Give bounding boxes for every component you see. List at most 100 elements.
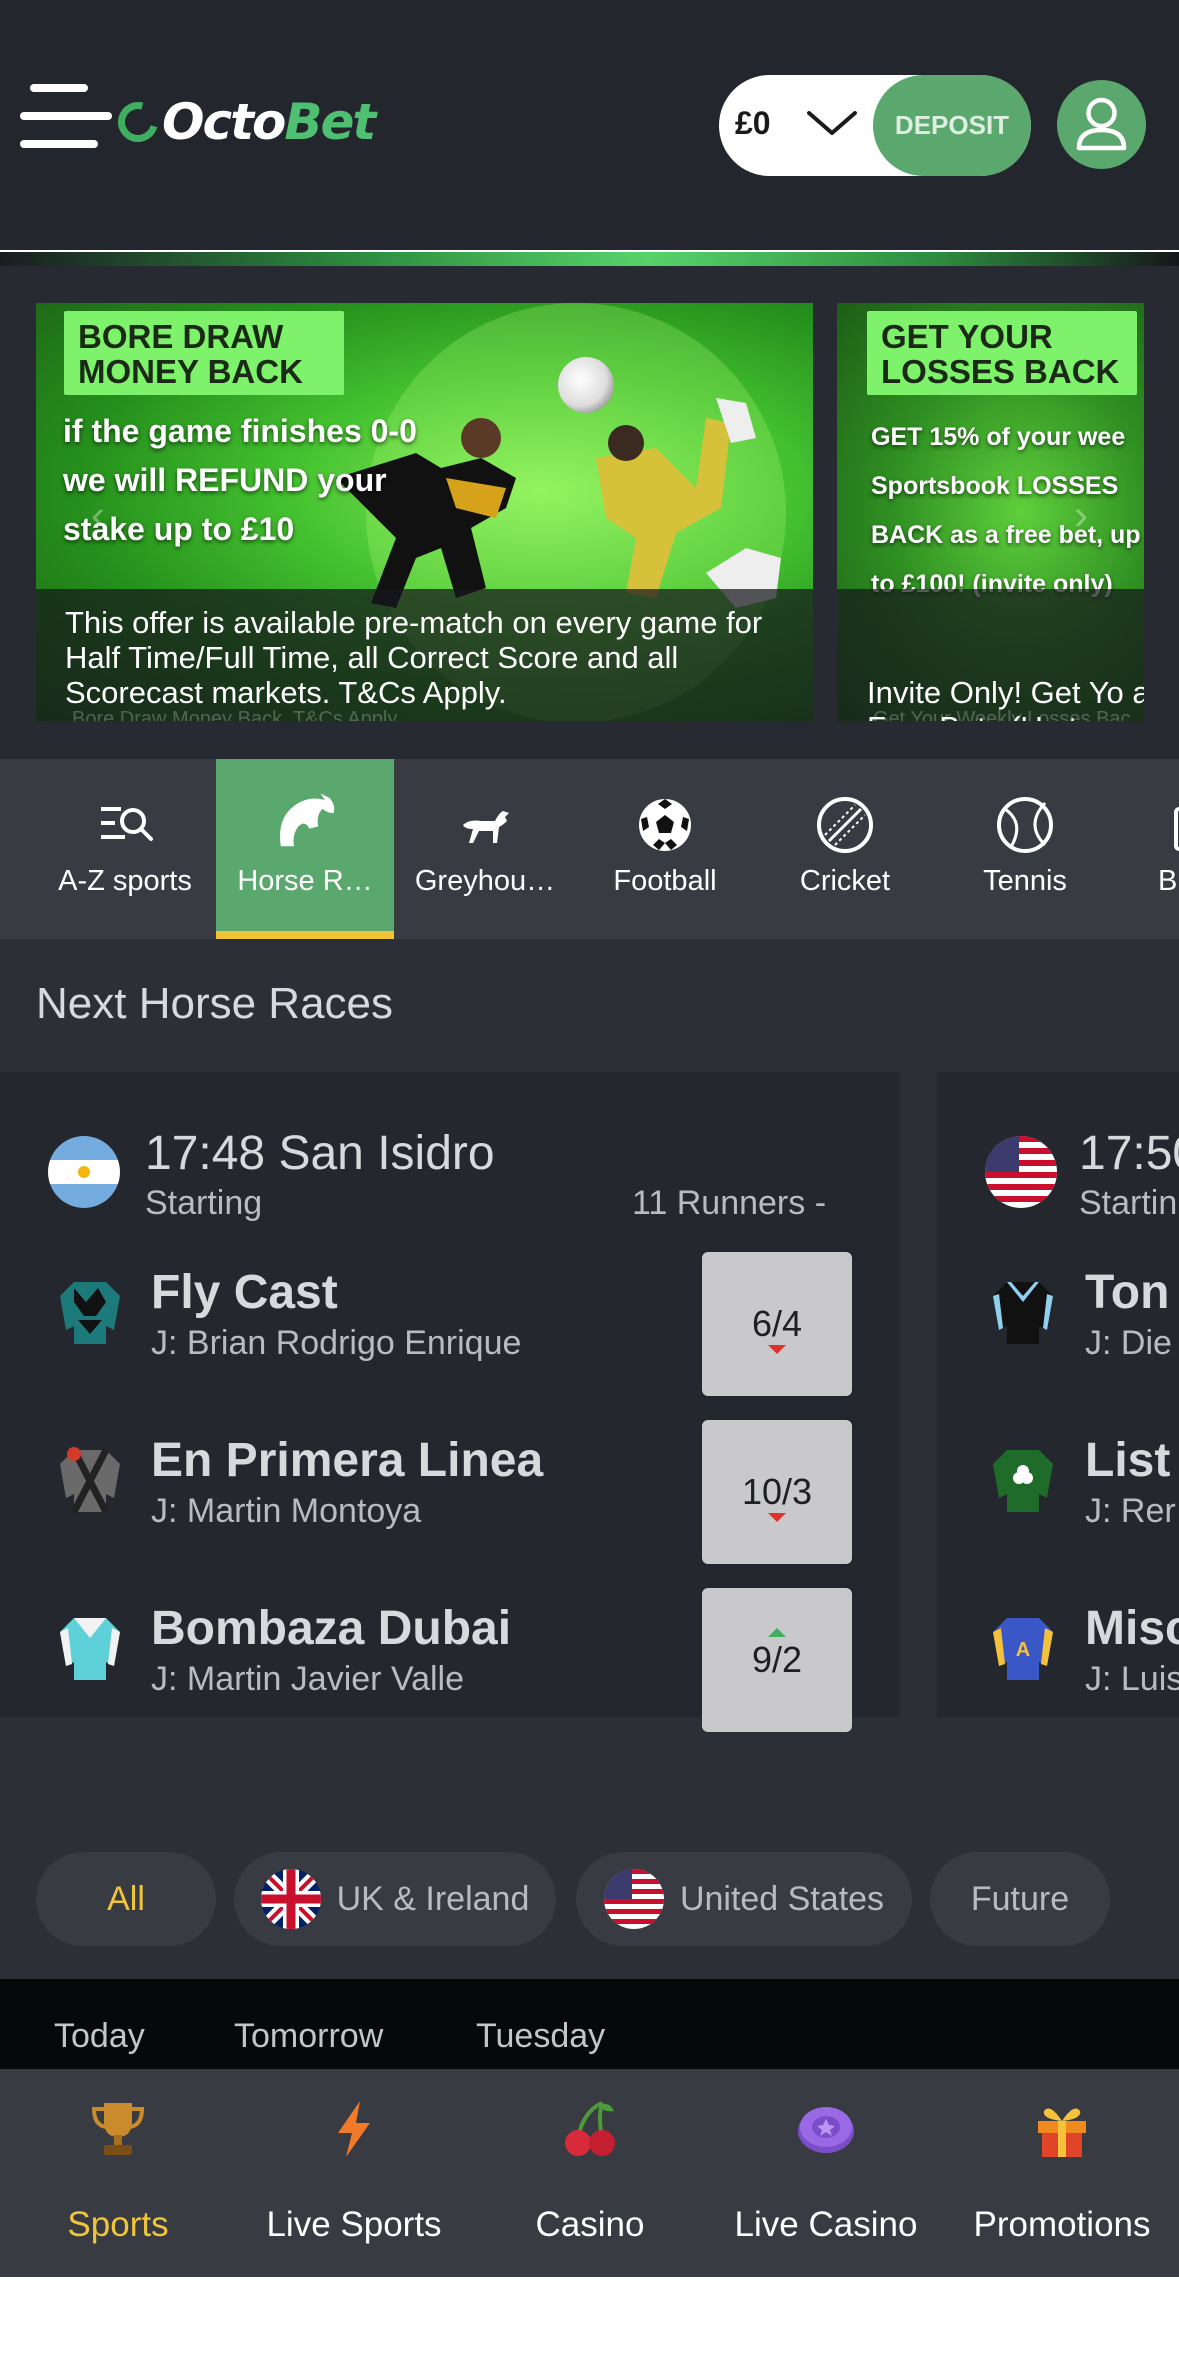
brand-name-prefix: Octo xyxy=(162,93,286,151)
brand-logo[interactable]: Octo Bet xyxy=(110,92,376,152)
sport-label: Cricket xyxy=(799,865,891,897)
horse-name: Ton xyxy=(1085,1266,1170,1319)
sports-nav: A-Z sports Horse R… Greyhou… Football Cr… xyxy=(0,759,1179,939)
filter-united-states[interactable]: United States xyxy=(576,1852,912,1946)
cricket-ball-icon xyxy=(817,797,873,853)
sport-tab-football[interactable]: Football xyxy=(576,759,754,939)
promo-subcaption: Bore Draw Money Back. T&Cs Apply. xyxy=(72,708,402,721)
bottom-nav-label: Sports xyxy=(67,2205,169,2244)
bottom-nav-casino[interactable]: Casino xyxy=(472,2069,708,2277)
jockey-silk-icon xyxy=(60,1618,120,1680)
horse-name: Misc xyxy=(1085,1602,1179,1655)
promo-headline: GET 15% of your wee Sportsbook LOSSES BA… xyxy=(871,423,1141,598)
sport-tab-az[interactable]: A-Z sports xyxy=(36,759,214,939)
day-tab-today[interactable]: Today xyxy=(54,2017,145,2056)
odds-button[interactable]: 10/3 xyxy=(702,1420,852,1564)
deposit-button[interactable]: DEPOSIT xyxy=(873,75,1031,176)
odds-shorten-up-icon xyxy=(768,1628,786,1637)
filter-future[interactable]: Future xyxy=(930,1852,1110,1946)
horse-head-icon xyxy=(280,793,335,847)
day-tab-tomorrow[interactable]: Tomorrow xyxy=(234,2017,383,2056)
sport-tab-horse-racing[interactable]: Horse R… xyxy=(216,759,394,939)
jockey-name: J: Rer xyxy=(1085,1492,1176,1530)
odds-value: 6/4 xyxy=(751,1303,803,1344)
bottom-nav-label: Live Sports xyxy=(266,2205,442,2244)
horse-name: En Primera Linea xyxy=(151,1434,544,1487)
gift-icon xyxy=(1038,2108,1086,2157)
promo-carousel[interactable]: BORE DRAW MONEY BACK if the game finishe… xyxy=(0,266,1179,759)
bottom-nav-live-sports[interactable]: Live Sports xyxy=(236,2069,472,2277)
balance-selector[interactable]: £0 DEPOSIT xyxy=(719,75,1031,176)
race-card[interactable]: 17:48 San Isidro Starting 11 Runners - F… xyxy=(0,1072,900,1732)
jockey-silk-icon xyxy=(60,1447,120,1514)
odds-button[interactable]: 6/4 xyxy=(702,1252,852,1396)
bottom-nav-label: Casino xyxy=(535,2205,645,2244)
usa-flag-icon xyxy=(603,1869,664,1929)
filter-label: UK & Ireland xyxy=(336,1879,530,1918)
promo-tag: GET YOUR LOSSES BACK xyxy=(867,311,1137,395)
account-button[interactable] xyxy=(1057,80,1146,169)
uk-flag-icon xyxy=(260,1869,321,1929)
sport-tab-cricket[interactable]: Cricket xyxy=(756,759,934,939)
bottom-nav-label: Promotions xyxy=(973,2205,1151,2244)
sport-icon xyxy=(1174,807,1179,851)
day-tabs: Today Tomorrow Tuesday xyxy=(0,1979,1179,2069)
menu-icon[interactable] xyxy=(20,84,112,148)
sport-tab-greyhounds[interactable]: Greyhou… xyxy=(396,759,574,939)
jockey-silk-icon xyxy=(993,1450,1053,1512)
odds-value: 9/2 xyxy=(751,1639,803,1680)
carousel-next-icon[interactable]: › xyxy=(1061,494,1101,536)
bottom-nav-live-casino[interactable]: Live Casino xyxy=(708,2069,944,2277)
sport-label: A-Z sports xyxy=(58,865,192,897)
next-races-section: Next Horse Races 17:48 San Isidro Starti… xyxy=(0,939,1179,1979)
filter-label: Future xyxy=(970,1879,1070,1918)
sport-label: Football xyxy=(613,865,717,897)
race-status: Starting xyxy=(145,1184,263,1222)
chevron-down-icon xyxy=(807,111,857,135)
promo-tag-line1: GET YOUR xyxy=(881,318,1053,355)
odds-drift-down-icon xyxy=(768,1513,786,1522)
promo-card-bore-draw[interactable]: BORE DRAW MONEY BACK if the game finishe… xyxy=(36,303,813,721)
cherries-icon xyxy=(565,2101,615,2156)
jockey-silk-icon xyxy=(993,1282,1053,1344)
header-accent-bar xyxy=(0,252,1179,266)
brand-name-suffix: Bet xyxy=(284,93,376,151)
greyhound-icon xyxy=(463,811,509,843)
filter-all[interactable]: All xyxy=(36,1852,216,1946)
promo-card-losses-back[interactable]: GET YOUR LOSSES BACK GET 15% of your wee… xyxy=(837,303,1144,721)
sport-label: Greyhou… xyxy=(414,865,556,897)
usa-flag-icon xyxy=(985,1136,1057,1208)
jockey-name: J: Martin Javier Valle xyxy=(151,1660,465,1698)
casino-chip-icon xyxy=(798,2107,854,2153)
horse-name: Fly Cast xyxy=(151,1266,338,1319)
bottom-nav-sports[interactable]: Sports xyxy=(0,2069,236,2277)
odds-button[interactable]: 9/2 xyxy=(702,1588,852,1732)
filter-uk-ireland[interactable]: UK & Ireland xyxy=(234,1852,556,1946)
race-status: Startin xyxy=(1079,1184,1178,1222)
argentina-flag-icon xyxy=(48,1136,120,1208)
user-icon xyxy=(1076,97,1127,151)
race-card[interactable]: 17:50 Startin Ton J: Die List J: Rer A M… xyxy=(937,1072,1179,1717)
bottom-nav-promotions[interactable]: Promotions xyxy=(944,2069,1179,2277)
race-time-venue: 17:50 xyxy=(1079,1127,1179,1180)
bottom-nav-label: Live Casino xyxy=(734,2205,918,2244)
race-runner-count: 11 Runners - xyxy=(632,1184,827,1222)
day-tab-tuesday[interactable]: Tuesday xyxy=(476,2017,605,2056)
promo-tag-line2: MONEY BACK xyxy=(78,353,303,390)
odds-drift-down-icon xyxy=(768,1345,786,1354)
football-icon xyxy=(639,799,691,851)
promo-tag-line2: LOSSES BACK xyxy=(881,353,1120,390)
odds-value: 10/3 xyxy=(741,1471,813,1512)
horse-name: Bombaza Dubai xyxy=(151,1602,512,1655)
top-header: Octo Bet £0 DEPOSIT xyxy=(0,0,1179,250)
filter-label: All xyxy=(107,1879,145,1918)
sport-tab-more[interactable]: B xyxy=(1116,759,1179,939)
sport-label: Tennis xyxy=(983,865,1067,897)
horse-name: List xyxy=(1085,1434,1171,1487)
az-search-icon xyxy=(101,807,153,841)
lightning-icon xyxy=(338,2101,370,2157)
sport-tab-tennis[interactable]: Tennis xyxy=(936,759,1114,939)
jockey-name: J: Brian Rodrigo Enrique xyxy=(151,1324,522,1362)
bottom-nav: Sports Live Sports Casino Live Casino Pr… xyxy=(0,2069,1179,2277)
carousel-prev-icon[interactable]: ‹ xyxy=(78,494,118,536)
